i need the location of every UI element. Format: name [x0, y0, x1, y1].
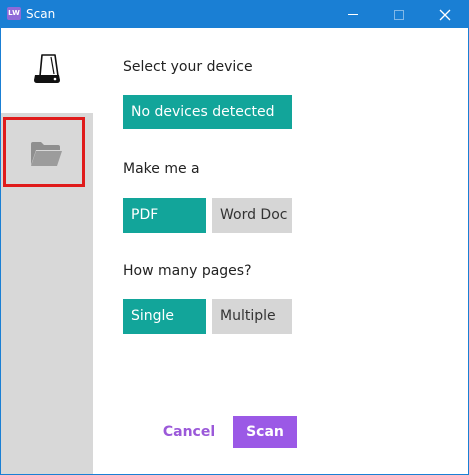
pdf-option[interactable]: PDF [123, 198, 206, 233]
highlight-box [3, 117, 85, 187]
minimize-button[interactable] [330, 1, 376, 28]
multiple-option[interactable]: Multiple [212, 299, 292, 334]
minimize-icon [348, 14, 358, 15]
device-select[interactable]: No devices detected [123, 95, 292, 129]
scan-form: Select your device No devices detected M… [93, 28, 468, 474]
sidebar-item-scanner[interactable] [1, 28, 93, 113]
format-label: Make me a [123, 161, 200, 177]
title-bar[interactable]: LW Scan [1, 1, 468, 28]
single-option[interactable]: Single [123, 299, 206, 334]
pages-label: How many pages? [123, 263, 252, 279]
maximize-icon [394, 9, 404, 20]
app-icon: LW [7, 7, 21, 20]
close-icon [439, 9, 451, 20]
scanner-icon [34, 54, 60, 83]
cancel-button[interactable]: Cancel [159, 416, 219, 448]
scan-button[interactable]: Scan [233, 416, 297, 448]
maximize-button[interactable] [376, 1, 422, 28]
window-title: Scan [26, 7, 56, 21]
scan-window: LW Scan Select your device No devices de… [0, 0, 469, 475]
close-button[interactable] [422, 1, 468, 28]
sidebar [1, 28, 93, 474]
word-doc-option[interactable]: Word Doc [212, 198, 292, 233]
device-label: Select your device [123, 59, 253, 75]
